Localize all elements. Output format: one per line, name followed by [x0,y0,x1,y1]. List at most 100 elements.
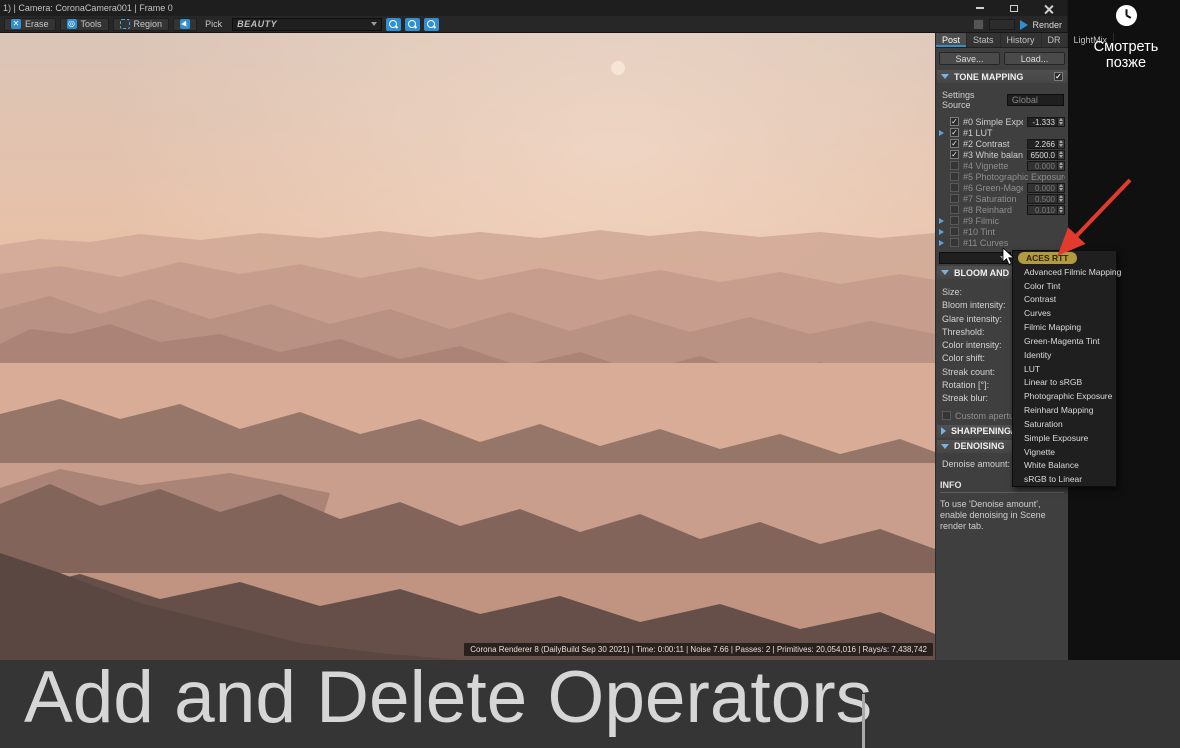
render-button[interactable]: Render [1020,19,1062,30]
expand-arrow-icon[interactable] [939,129,944,136]
operator-checkbox[interactable] [950,161,959,170]
menu-item[interactable]: Green-Magenta Tint [1013,334,1116,348]
menu-item[interactable]: Saturation [1013,417,1116,431]
tab-history[interactable]: History [1001,33,1042,47]
zoom-reset-button[interactable] [405,17,421,31]
region-button[interactable]: Region [112,17,170,31]
settings-source-value: Global [1011,95,1038,105]
render-viewport[interactable]: Corona Renderer 8 (DailyBuild Sep 30 202… [0,33,935,660]
maximize-button[interactable] [1003,2,1025,14]
operator-row[interactable]: #7 Saturation 0.500 [950,193,1065,204]
text-cursor [862,694,865,748]
close-button[interactable] [1037,2,1059,14]
operator-value-spinner[interactable]: 0.010 [1027,204,1065,215]
menu-item[interactable]: Linear to sRGB [1013,375,1116,389]
operator-name: #5 Photographic Exposure [963,171,1065,182]
zoom-out-button[interactable] [386,17,402,31]
operator-checkbox[interactable] [950,139,959,148]
custom-aperture-checkbox[interactable] [942,411,951,421]
expand-arrow-icon[interactable] [939,217,944,224]
operator-row[interactable]: #9 Filmic [939,215,1065,226]
operator-checkbox[interactable] [950,172,959,181]
zoom-in-button[interactable] [424,17,440,31]
operator-row[interactable]: #0 Simple Exposure -1.333 [950,116,1065,127]
chevron-down-icon [371,22,378,26]
tab-dr[interactable]: DR [1042,33,1068,47]
operator-checkbox[interactable] [950,128,959,137]
add-operator-select[interactable] [939,252,1011,264]
operator-value-spinner[interactable]: 2.266 [1027,138,1065,149]
operator-checkbox[interactable] [950,117,959,126]
save-load-row: Save... Load... [936,48,1068,68]
settings-source-select[interactable]: Global [1006,94,1064,106]
operator-checkbox[interactable] [950,183,959,192]
menu-item-aces-rtt[interactable]: ACES RTT [1013,251,1116,265]
operator-row[interactable]: #4 Vignette 0.000 [950,160,1065,171]
operator-value-spinner[interactable]: 0.000 [1027,160,1065,171]
menu-item[interactable]: Identity [1013,348,1116,362]
operator-checkbox[interactable] [950,238,959,247]
pick-tool-button[interactable] [173,17,198,31]
operator-checkbox[interactable] [950,205,959,214]
render-element-value: BEAUTY [237,19,278,29]
operator-name: #8 Reinhard [963,204,1013,215]
expand-arrow-icon[interactable] [939,239,944,246]
render-controls: Render [973,16,1062,33]
menu-item[interactable]: Simple Exposure [1013,431,1116,445]
operator-row[interactable]: #11 Curves [939,237,1065,248]
tone-mapping-enabled-checkbox[interactable] [1054,72,1063,81]
collapse-arrow-icon [941,74,949,79]
watch-later-button[interactable]: Смотреть позже [1072,4,1180,71]
tab-stats[interactable]: Stats [967,33,1001,47]
operator-row[interactable]: #1 LUT [939,127,1065,138]
operator-row[interactable]: #5 Photographic Exposure [950,171,1065,182]
operator-row[interactable]: #3 White balance 6500.0 [950,149,1065,160]
operator-row[interactable]: #10 Tint [939,226,1065,237]
operator-value-spinner[interactable]: -1.333 [1027,116,1065,127]
window-title: 1) | Camera: CoronaCamera001 | Frame 0 [3,3,173,13]
menu-item[interactable]: Advanced Filmic Mapping [1013,265,1121,279]
tone-mapping-header[interactable]: TONE MAPPING [937,70,1067,83]
operator-row[interactable]: #8 Reinhard 0.010 [950,204,1065,215]
operator-checkbox[interactable] [950,150,959,159]
info-text: To use 'Denoise amount', enable denoisin… [940,498,1046,532]
menu-item[interactable]: LUT [1013,362,1116,376]
operator-checkbox[interactable] [950,216,959,225]
menu-item[interactable]: Contrast [1013,292,1116,306]
operator-value-spinner[interactable]: 0.500 [1027,193,1065,204]
load-button[interactable]: Load... [1004,52,1065,65]
stop-button[interactable] [973,19,985,30]
operator-list: #0 Simple Exposure -1.333 #1 LUT #2 Cont… [936,114,1068,248]
menu-item[interactable]: Curves [1013,306,1116,320]
render-element-select[interactable]: BEAUTY [232,17,383,31]
operator-checkbox[interactable] [950,194,959,203]
tone-mapping-title: TONE MAPPING [954,71,1024,82]
operator-row[interactable]: #2 Contrast 2.266 [950,138,1065,149]
menu-item[interactable]: Photographic Exposure [1013,389,1116,403]
menu-item[interactable]: Color Tint [1013,279,1116,293]
caption-strip: Add and Delete Operators [0,657,1180,748]
menu-item[interactable]: sRGB to Linear [1013,472,1116,486]
operator-value-spinner[interactable]: 6500.0 [1027,149,1065,160]
region-label: Region [133,19,163,29]
operator-value-spinner[interactable]: 0.000 [1027,182,1065,193]
page: 1) | Camera: CoronaCamera001 | Frame 0 ✕… [0,0,1180,748]
tools-button[interactable]: ◎ Tools [59,17,109,31]
operator-name: #1 LUT [963,127,993,138]
operator-row[interactable]: #6 Green-Magenta t... 0.000 [950,182,1065,193]
menu-item[interactable]: Reinhard Mapping [1013,403,1116,417]
expand-arrow-icon[interactable] [939,228,944,235]
region-icon [119,19,130,29]
collapse-arrow-icon [941,270,949,275]
minimize-button[interactable] [969,2,991,14]
render-status-bar: Corona Renderer 8 (DailyBuild Sep 30 202… [464,643,933,656]
operator-name: #9 Filmic [963,215,1000,226]
menu-item[interactable]: Filmic Mapping [1013,320,1116,334]
title-bar[interactable]: 1) | Camera: CoronaCamera001 | Frame 0 [0,0,1067,16]
erase-button[interactable]: ✕ Erase [4,17,56,31]
operator-checkbox[interactable] [950,227,959,236]
menu-item[interactable]: White Balance [1013,458,1116,472]
save-button[interactable]: Save... [939,52,1000,65]
menu-item[interactable]: Vignette [1013,445,1116,459]
tab-post[interactable]: Post [936,33,968,47]
